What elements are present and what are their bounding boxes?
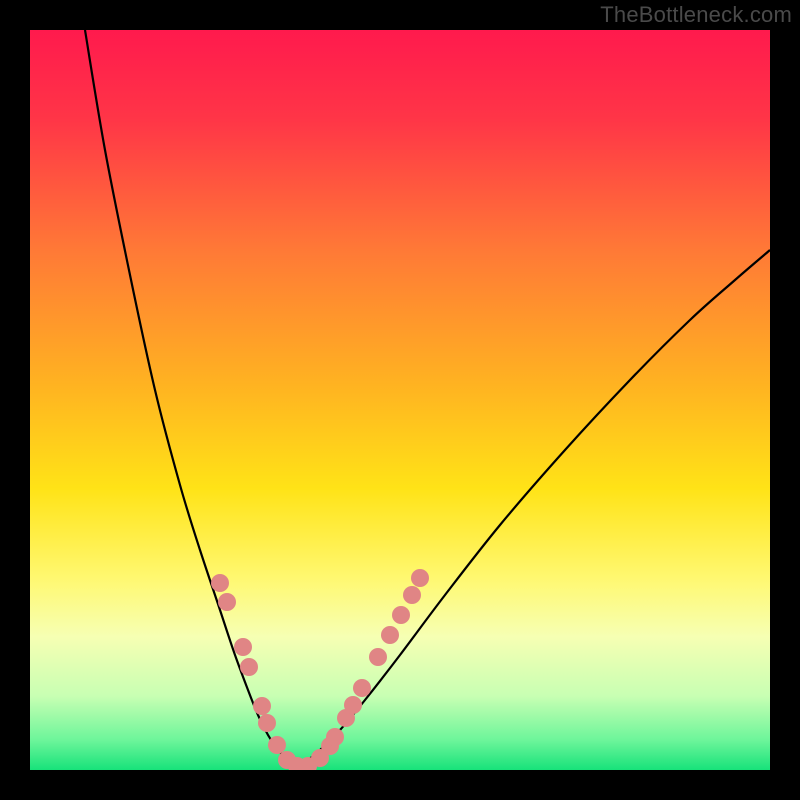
marker-point xyxy=(344,696,362,714)
marker-point xyxy=(411,569,429,587)
marker-point xyxy=(253,697,271,715)
marker-point xyxy=(258,714,276,732)
chart-frame: TheBottleneck.com xyxy=(0,0,800,800)
gradient-background xyxy=(30,30,770,770)
marker-point xyxy=(234,638,252,656)
plot-area xyxy=(30,30,770,770)
marker-point xyxy=(369,648,387,666)
marker-point xyxy=(218,593,236,611)
marker-point xyxy=(326,728,344,746)
marker-point xyxy=(392,606,410,624)
marker-point xyxy=(240,658,258,676)
marker-point xyxy=(211,574,229,592)
marker-point xyxy=(268,736,286,754)
marker-point xyxy=(381,626,399,644)
marker-point xyxy=(353,679,371,697)
marker-point xyxy=(403,586,421,604)
watermark-text: TheBottleneck.com xyxy=(600,2,792,28)
plot-svg xyxy=(30,30,770,770)
